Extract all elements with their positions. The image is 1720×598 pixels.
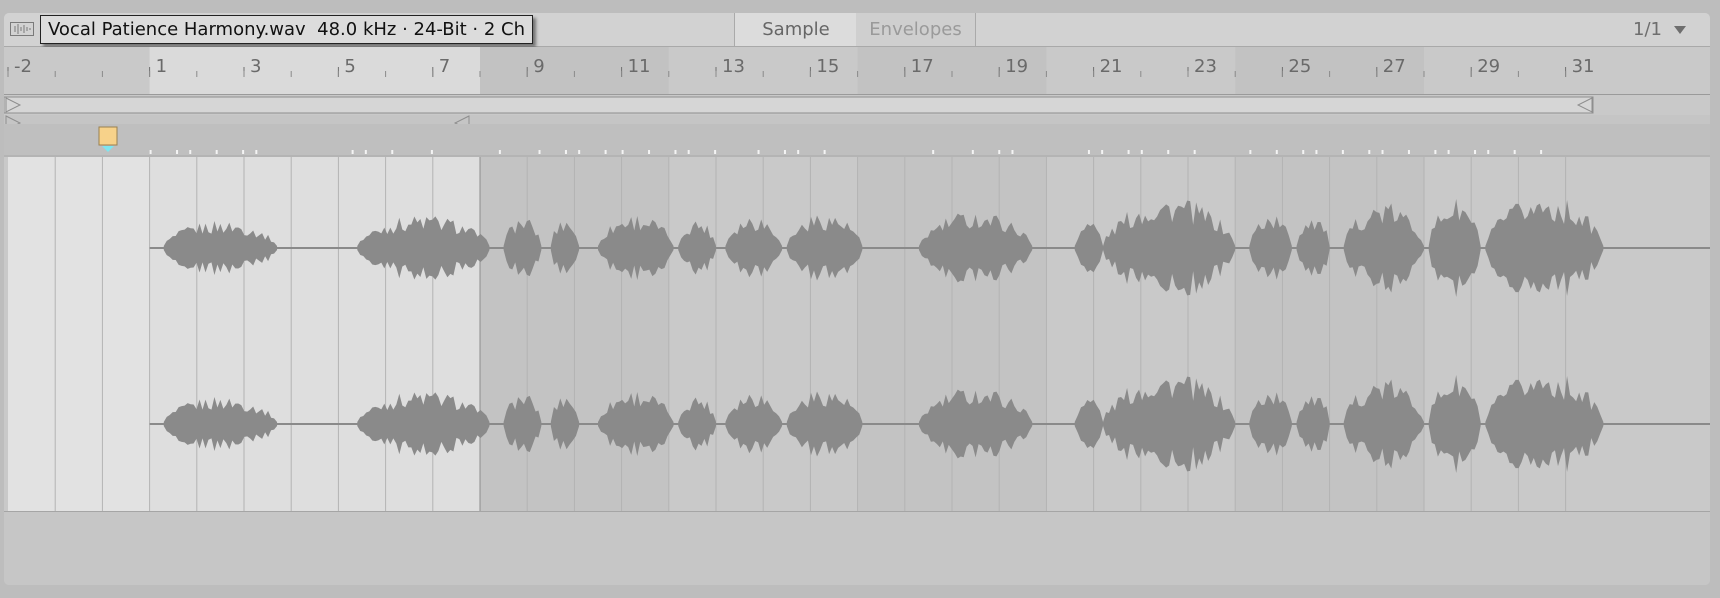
- start-marker[interactable]: [98, 126, 118, 146]
- ruler-label: 13: [722, 56, 745, 77]
- page-indicator[interactable]: 1/1: [1633, 13, 1662, 46]
- loop-brace[interactable]: [4, 96, 1594, 114]
- ruler-label: 25: [1288, 56, 1311, 77]
- ruler-label: 5: [344, 56, 355, 77]
- ruler-label: 11: [628, 56, 651, 77]
- ruler-label: 1: [156, 56, 167, 77]
- ruler-label: -2: [14, 56, 32, 77]
- ruler-label: 31: [1572, 56, 1595, 77]
- ruler-label: 21: [1100, 56, 1123, 77]
- chevron-down-icon[interactable]: [1674, 26, 1686, 34]
- ruler-label: 29: [1477, 56, 1500, 77]
- ruler-label: 23: [1194, 56, 1217, 77]
- ruler-label: 15: [816, 56, 839, 77]
- ruler-label: 19: [1005, 56, 1028, 77]
- tab-envelopes[interactable]: Envelopes: [856, 13, 976, 46]
- clip-file-info: Vocal Patience Harmony.wav 48.0 kHz · 24…: [40, 15, 533, 44]
- ruler-label: 27: [1383, 56, 1406, 77]
- clip-footer: [4, 511, 1710, 585]
- clip-header-bar: Vocal Patience Harmony.wav 48.0 kHz · 24…: [4, 13, 1710, 47]
- beat-time-ruler[interactable]: -2 1 3 5 7 9 11 13 15 17 19 21 23 25 27 29 31: [4, 47, 1710, 95]
- waveform-icon: [10, 22, 34, 36]
- tab-sample[interactable]: Sample: [734, 13, 858, 46]
- clip-view-panel: Vocal Patience Harmony.wav 48.0 kHz · 24…: [4, 13, 1710, 585]
- ruler-label: 17: [911, 56, 934, 77]
- ruler-label: 7: [439, 56, 450, 77]
- warp-marker-strip[interactable]: [4, 124, 1710, 157]
- ruler-label: 9: [533, 56, 544, 77]
- ruler-label: 3: [250, 56, 261, 77]
